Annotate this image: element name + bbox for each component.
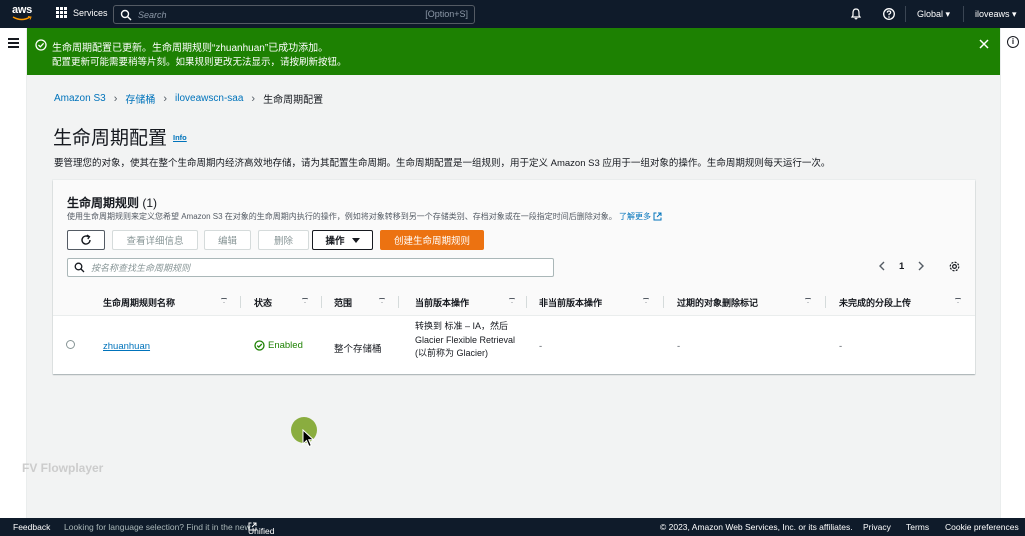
services-label: Services (73, 7, 108, 18)
breadcrumb: Amazon S3 › 存储桶 › iloveawscn-saa › 生命周期配… (54, 91, 324, 107)
column-header-status[interactable]: 状态 (254, 288, 314, 316)
page-description: 要管理您的对象，使其在整个生命周期内经济高效地存储，请为其配置生命周期。生命周期… (54, 158, 831, 169)
aws-smile-icon (12, 16, 32, 21)
feedback-link[interactable]: Feedback (13, 522, 50, 532)
hamburger-menu-icon[interactable] (8, 38, 19, 48)
breadcrumb-amazon-s3[interactable]: Amazon S3 (54, 93, 106, 104)
breadcrumb-bucket[interactable]: iloveawscn-saa (175, 93, 243, 104)
panel-title: 生命周期规则 (1) (67, 196, 158, 210)
lifecycle-rules-container: 生命周期规则 (1) 使用生命周期规则来定义您希望 Amazon S3 在对象的… (53, 180, 975, 374)
panel-description: 使用生命周期规则来定义您希望 Amazon S3 在对象的生命周期内执行的操作，… (67, 211, 662, 222)
mouse-cursor-icon (302, 429, 315, 448)
chevron-right-icon: › (251, 92, 256, 105)
sort-icon (379, 298, 385, 303)
close-icon[interactable] (978, 38, 990, 50)
table-row[interactable]: zhuanhuan Enabled 整个存储桶 转换到 标准 – IA，然后 G… (53, 317, 975, 374)
grid-icon (56, 7, 67, 18)
cookie-preferences-link[interactable]: Cookie preferences (945, 522, 1019, 532)
current-version-action: 转换到 标准 – IA，然后 Glacier Flexible Retrieva… (415, 321, 516, 358)
gear-icon[interactable] (948, 260, 961, 273)
help-icon[interactable] (882, 7, 896, 21)
column-header-scope[interactable]: 范围 (334, 288, 391, 316)
check-circle-icon (254, 340, 265, 351)
learn-more-link[interactable]: 了解更多 (619, 212, 662, 221)
search-icon (74, 262, 85, 273)
flash-description: 配置更新可能需要稍等片刻。如果规则更改无法显示，请按刷新按钮。 (52, 57, 347, 68)
terms-link[interactable]: Terms (906, 522, 929, 532)
caret-down-icon (351, 237, 360, 243)
chevron-left-icon[interactable] (877, 260, 887, 272)
edit-button[interactable]: 编辑 (204, 230, 251, 250)
expired-delete-marker: - (677, 341, 681, 352)
actions-label: 操作 (325, 236, 345, 247)
sort-icon (643, 298, 649, 303)
sort-icon (302, 298, 308, 303)
chevron-right-icon: › (163, 92, 168, 105)
column-header-current-version-action[interactable]: 当前版本操作 (415, 288, 521, 316)
column-header-rule-name[interactable]: 生命周期规则名称 (103, 288, 233, 316)
delete-button[interactable]: 删除 (258, 230, 309, 250)
actions-dropdown-button[interactable]: 操作 (312, 230, 373, 250)
table-header: 生命周期规则名称 状态 范围 当前版本操作 非当前版本操作 过期的对象删除标记 … (53, 288, 975, 316)
column-header-expired-delete-marker[interactable]: 过期的对象删除标记 (677, 288, 817, 316)
view-details-button[interactable]: 查看详细信息 (112, 230, 198, 250)
rule-name-link[interactable]: zhuanhuan (103, 341, 150, 352)
global-search[interactable]: [Option+S] (113, 5, 475, 24)
page-title: 生命周期配置 (53, 128, 168, 149)
sort-icon (221, 298, 227, 303)
refresh-button[interactable] (67, 230, 105, 250)
check-circle-icon (35, 39, 47, 51)
status-badge: Enabled (254, 340, 303, 351)
rule-filter[interactable] (67, 258, 554, 277)
filter-input[interactable] (91, 262, 531, 273)
copyright: © 2023, Amazon Web Services, Inc. or its… (660, 522, 853, 532)
footer: Feedback Looking for language selection?… (0, 518, 1025, 536)
language-note: Looking for language selection? Find it … (64, 522, 251, 532)
breadcrumb-buckets[interactable]: 存储桶 (125, 91, 155, 106)
right-tools-strip: i (1000, 28, 1025, 518)
incomplete-multipart-upload: - (839, 341, 843, 352)
video-watermark: FV Flowplayer (22, 461, 104, 475)
info-panel-icon[interactable]: i (1007, 36, 1019, 48)
column-header-incomplete-multipart-upload[interactable]: 未完成的分段上传 (839, 288, 967, 316)
breadcrumb-current: 生命周期配置 (263, 95, 324, 106)
success-flash-banner: 生命周期配置已更新。生命周期规则“zhuanhuan”已成功添加。 配置更新可能… (27, 28, 1000, 75)
nav-divider (905, 6, 906, 22)
privacy-link[interactable]: Privacy (863, 522, 891, 532)
pagination: 1 (877, 260, 926, 272)
chevron-right-icon: › (113, 92, 118, 105)
noncurrent-version-action: - (539, 341, 543, 352)
panel-header: 生命周期规则 (1) 使用生命周期规则来定义您希望 Amazon S3 在对象的… (53, 180, 975, 288)
create-lifecycle-rule-button[interactable]: 创建生命周期规则 (380, 230, 484, 250)
nav-divider (963, 6, 964, 22)
left-navigation-toggle-strip (0, 28, 27, 518)
sort-icon (805, 298, 811, 303)
aws-logo-text: aws (12, 4, 32, 16)
top-navigation: aws Services [Option+S] Global ▾ iloveaw… (0, 0, 1025, 28)
unified-settings-link[interactable]: Unified Settings (248, 522, 274, 536)
services-menu[interactable]: Services (56, 7, 108, 18)
region-selector[interactable]: Global ▾ (917, 9, 950, 20)
bell-icon[interactable] (849, 7, 863, 21)
search-shortcut: [Option+S] (425, 9, 468, 19)
aws-logo[interactable]: aws (12, 5, 36, 23)
flash-title: 生命周期配置已更新。生命周期规则“zhuanhuan”已成功添加。 (52, 43, 329, 54)
account-menu[interactable]: iloveaws ▾ (975, 9, 1017, 20)
search-input[interactable] (138, 9, 408, 20)
chevron-right-icon[interactable] (916, 260, 926, 272)
search-icon (120, 9, 132, 20)
sort-icon (955, 298, 961, 303)
info-link[interactable]: Info (173, 133, 187, 142)
refresh-icon (81, 234, 91, 245)
rule-scope: 整个存储桶 (334, 344, 382, 355)
row-select-radio[interactable] (66, 340, 75, 349)
external-link-icon (653, 212, 662, 221)
page-number[interactable]: 1 (899, 261, 904, 272)
sort-icon (509, 298, 515, 303)
column-header-noncurrent-version-action[interactable]: 非当前版本操作 (539, 288, 655, 316)
rule-count: (1) (142, 196, 158, 210)
